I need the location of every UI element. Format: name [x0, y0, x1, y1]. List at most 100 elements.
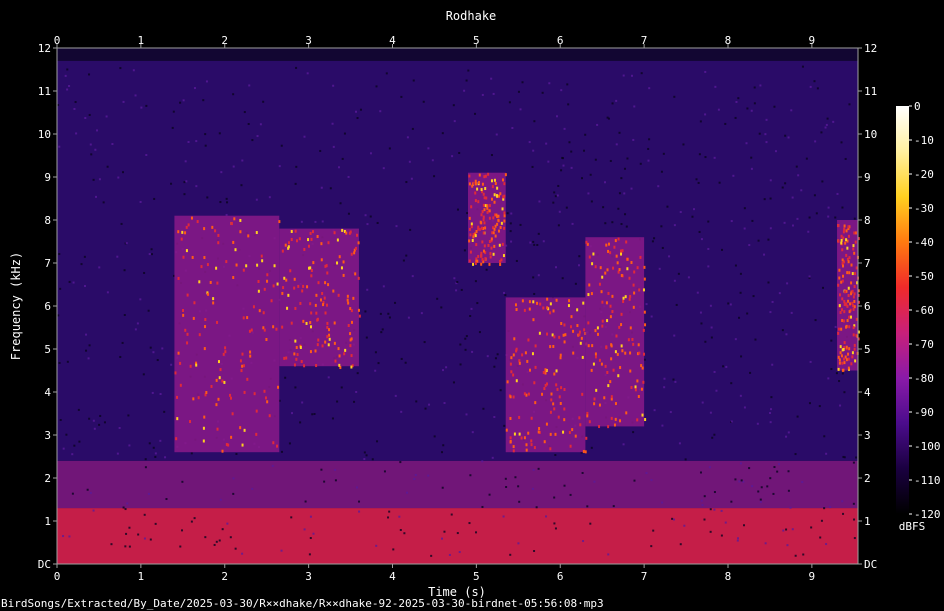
noise-speck	[247, 123, 250, 126]
call-energy-speck	[483, 175, 486, 179]
noise-speck	[612, 505, 615, 508]
noise-speck	[195, 185, 198, 188]
noise-speck	[660, 170, 663, 173]
noise-speck	[240, 184, 243, 187]
noise-speck	[816, 87, 819, 90]
y-tick-label: 12	[38, 42, 51, 55]
call-energy-speck	[216, 427, 219, 431]
noise-speck	[556, 194, 559, 197]
call-energy-speck	[350, 320, 353, 324]
noise-speck	[490, 77, 493, 80]
noise-speck	[73, 444, 76, 447]
call-energy-speck	[221, 379, 224, 383]
noise-speck	[147, 492, 150, 495]
call-energy-speck	[628, 276, 631, 280]
call-energy-speck	[546, 332, 549, 336]
call-energy-speck	[347, 301, 350, 305]
call-energy-speck	[206, 263, 209, 267]
noise-speck	[66, 88, 69, 91]
noise-speck	[154, 522, 157, 525]
noise-speck	[729, 303, 732, 306]
call-energy-speck	[594, 355, 597, 359]
call-energy-speck	[596, 326, 599, 330]
noise-speck	[144, 466, 147, 469]
noise-speck	[594, 158, 597, 161]
call-energy-speck	[215, 378, 218, 382]
noise-speck	[735, 100, 738, 103]
noise-speck	[533, 292, 536, 295]
noise-speck	[590, 446, 593, 449]
call-energy-speck	[480, 226, 483, 230]
noise-speck	[468, 522, 471, 525]
noise-speck	[713, 491, 716, 494]
call-energy-speck	[493, 178, 496, 182]
call-energy-speck	[513, 337, 516, 341]
noise-speck	[618, 131, 621, 134]
call-energy-speck	[555, 369, 558, 373]
call-energy-speck	[321, 291, 324, 295]
noise-speck	[232, 477, 235, 480]
call-energy-speck	[484, 226, 487, 230]
noise-speck	[405, 254, 408, 257]
call-energy-speck	[839, 351, 842, 355]
noise-speck	[341, 157, 344, 160]
call-energy-speck	[534, 401, 537, 405]
call-energy-speck	[493, 244, 496, 248]
noise-speck	[336, 400, 339, 403]
noise-speck	[440, 451, 443, 454]
noise-speck	[243, 111, 246, 114]
call-energy-speck	[643, 265, 646, 269]
low-frequency-noise-band	[57, 460, 858, 509]
call-energy-speck	[302, 284, 305, 288]
noise-speck	[632, 138, 635, 141]
call-energy-speck	[514, 303, 517, 307]
noise-speck	[458, 151, 461, 154]
noise-speck	[511, 127, 514, 130]
call-energy-speck	[587, 321, 590, 325]
y-tick-label-right: 12	[864, 42, 877, 55]
noise-speck	[772, 492, 775, 495]
noise-speck	[382, 167, 385, 170]
noise-speck	[776, 470, 779, 473]
call-energy-speck	[564, 333, 567, 337]
call-energy-speck	[338, 354, 341, 358]
call-energy-speck	[187, 223, 190, 227]
call-energy-speck	[509, 395, 512, 399]
noise-speck	[852, 502, 855, 505]
noise-speck	[503, 291, 506, 294]
noise-speck	[739, 272, 742, 275]
colorbar-tick-label: -90	[914, 406, 934, 419]
noise-speck	[823, 435, 826, 438]
call-energy-speck	[621, 349, 624, 353]
noise-speck	[672, 378, 675, 381]
noise-speck	[181, 480, 184, 483]
noise-speck	[615, 143, 618, 146]
noise-speck	[787, 470, 790, 473]
noise-speck	[521, 81, 524, 84]
call-energy-speck	[609, 380, 612, 384]
noise-speck	[704, 113, 707, 116]
noise-speck	[724, 521, 727, 524]
noise-speck	[827, 377, 830, 380]
noise-speck	[533, 243, 536, 246]
noise-speck	[815, 212, 818, 215]
call-energy-speck	[549, 410, 552, 414]
noise-speck	[92, 509, 95, 512]
noise-speck	[808, 275, 811, 278]
noise-speck	[150, 248, 153, 251]
call-energy-speck	[852, 326, 855, 330]
call-energy-speck	[625, 411, 628, 415]
noise-speck	[262, 100, 265, 103]
call-energy-speck	[531, 352, 534, 356]
call-energy-speck	[261, 259, 264, 263]
noise-speck	[294, 386, 297, 389]
noise-speck	[753, 102, 756, 105]
call-energy-speck	[198, 280, 201, 284]
noise-speck	[219, 498, 222, 501]
noise-speck	[467, 69, 470, 72]
noise-speck	[494, 357, 497, 360]
call-energy-speck	[619, 366, 622, 370]
noise-speck	[369, 215, 372, 218]
call-energy-speck	[505, 428, 508, 432]
noise-speck	[538, 200, 541, 203]
